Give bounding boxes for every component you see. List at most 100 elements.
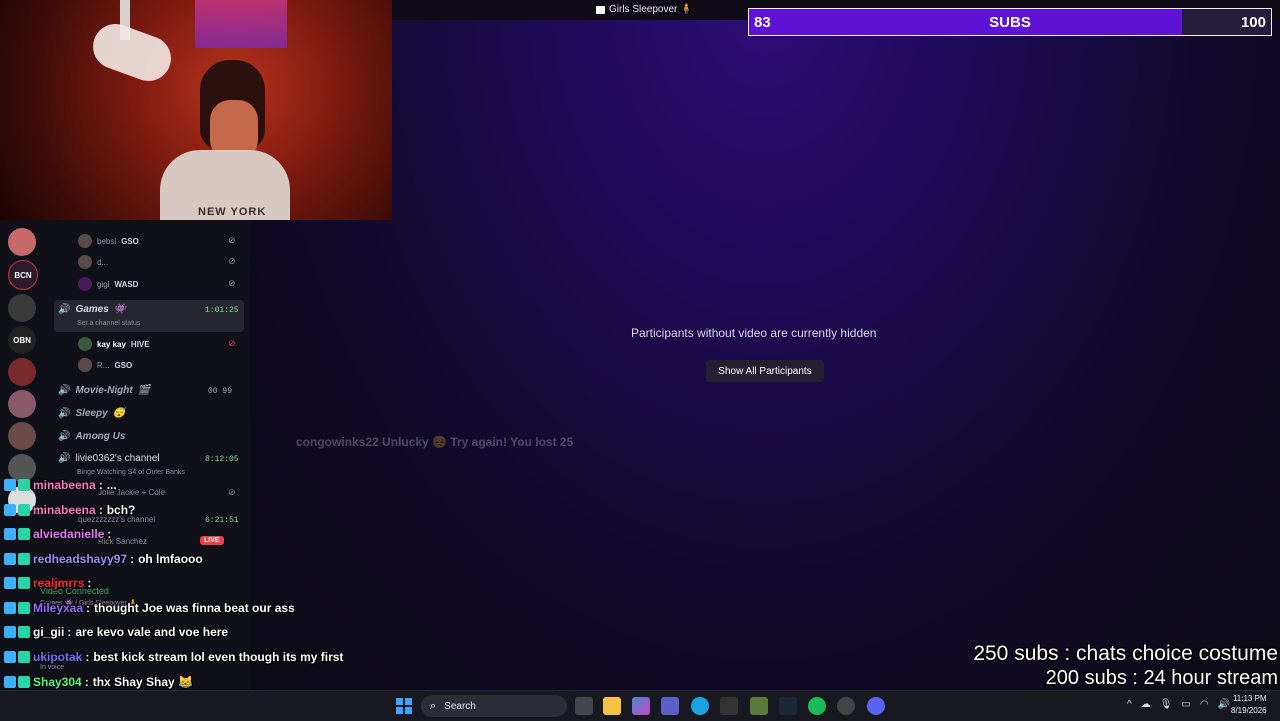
chat-badges <box>4 626 30 638</box>
badge-icon <box>4 528 16 540</box>
hidden-participants-notice: Participants without video are currently… <box>631 326 877 340</box>
chat-message: Shay304: thx Shay Shay 😹 <box>0 675 193 689</box>
chat-username[interactable]: minabeena <box>33 503 96 517</box>
file-explorer-icon[interactable] <box>603 697 621 715</box>
chevron-up-icon[interactable]: ^ <box>1127 699 1132 710</box>
spotify-icon[interactable] <box>808 697 826 715</box>
chat-username[interactable]: redheadshayy97 <box>33 552 127 566</box>
voice-member[interactable]: d... <box>78 255 108 269</box>
copilot-icon[interactable] <box>632 697 650 715</box>
voice-member[interactable]: R... GSO <box>78 358 132 372</box>
goal-costume: 250 subs : chats choice costume <box>973 642 1278 665</box>
avatar <box>78 234 92 248</box>
avatar <box>78 337 92 351</box>
cloud-icon[interactable]: ☁ <box>1141 699 1151 710</box>
voice-member[interactable]: gigi WASD <box>78 277 138 291</box>
sub-goal-bar: 83 SUBS 100 <box>748 8 1272 36</box>
chat-badges <box>4 504 30 516</box>
chat-separator: : <box>98 503 103 517</box>
chat-message: realjmrrs: <box>0 576 95 590</box>
clock-date: 8/19/2026 <box>1231 706 1267 715</box>
display-icon[interactable]: ▭ <box>1181 699 1190 710</box>
channel-sleepy[interactable]: 🔊 Sleepy 😴 <box>58 408 125 419</box>
channel-livie[interactable]: 🔊 livie0362's channel <box>58 453 160 464</box>
badge-icon <box>4 479 16 491</box>
badge-icon <box>4 602 16 614</box>
taskbar-search[interactable]: ⌕ Search <box>421 695 567 717</box>
chat-separator: : <box>98 478 103 492</box>
server-icon[interactable] <box>8 422 36 450</box>
avatar <box>78 277 92 291</box>
badge-icon <box>18 651 30 663</box>
chat-username[interactable]: realjmrrs <box>33 576 84 590</box>
chat-badges <box>4 553 30 565</box>
chat-text: thought Joe was finna beat our ass <box>94 601 295 615</box>
server-icon[interactable]: BCN <box>8 260 38 290</box>
badge-icon <box>4 504 16 516</box>
chat-username[interactable]: alviedanielle <box>33 527 104 541</box>
server-icon[interactable] <box>8 358 36 386</box>
store-icon[interactable] <box>720 697 738 715</box>
chat-username[interactable]: Shay304 <box>33 675 82 689</box>
chat-separator: : <box>87 576 92 590</box>
app-icon[interactable] <box>750 697 768 715</box>
streamer-shirt: NEW YORK <box>160 150 290 220</box>
server-icon[interactable] <box>8 228 36 256</box>
live-badge: LIVE <box>200 536 224 545</box>
badge-icon <box>18 553 30 565</box>
window-title: Girls Sleepover 🧍 <box>596 4 693 15</box>
chat-text: are kevo vale and voe here <box>75 625 229 639</box>
channel-games[interactable]: 🔊 Games 👾 <box>58 304 126 315</box>
deafen-icon: ⊘ <box>228 256 236 266</box>
server-icon[interactable] <box>8 390 36 418</box>
channel-among-us[interactable]: 🔊 Among Us <box>58 431 125 442</box>
badge-icon <box>4 626 16 638</box>
speaker-icon: 🔊 <box>58 431 71 442</box>
in-voice-label: In voice <box>40 664 65 671</box>
channel-status: Set a channel status <box>77 320 141 327</box>
badge-icon <box>18 528 30 540</box>
windows-start-icon[interactable] <box>396 698 412 714</box>
chat-badges <box>4 479 30 491</box>
chat-message: redheadshayy97: oh lmfaooo <box>0 552 203 566</box>
chat-message: minabeena:... <box>0 478 117 492</box>
badge-icon <box>4 577 16 589</box>
speaker-icon: 🔊 <box>58 304 71 315</box>
edge-icon[interactable] <box>691 697 709 715</box>
chat-username[interactable]: Mileyxaa <box>33 601 83 615</box>
deafen-icon: ⊘ <box>228 235 236 245</box>
window-icon <box>596 5 605 14</box>
server-icon[interactable]: OBN <box>8 326 36 354</box>
task-view-icon[interactable] <box>575 697 593 715</box>
microphone-icon[interactable]: 🎙 <box>1160 699 1173 710</box>
sub-goal-target: 100 <box>1240 14 1266 31</box>
channel-timer: 6:21:51 <box>205 516 239 525</box>
chat-text: thx Shay Shay 😹 <box>92 675 194 689</box>
chat-separator: : <box>130 552 135 566</box>
badge-icon <box>4 651 16 663</box>
chat-username[interactable]: ukipotak <box>33 650 82 664</box>
server-icon[interactable] <box>8 294 36 322</box>
discord-icon[interactable] <box>867 697 885 715</box>
chat-text: ... <box>106 478 117 492</box>
volume-icon[interactable]: 🔊 <box>1218 699 1230 710</box>
webcam-feed: NEW YORK <box>0 0 392 220</box>
clock[interactable]: 11:13 PM 8/19/2026 <box>1231 693 1267 717</box>
voice-member[interactable]: bebsi GSO <box>78 234 139 248</box>
wifi-icon[interactable]: ◠ <box>1200 699 1209 710</box>
avatar <box>78 255 92 269</box>
muted-icon: ⊘ <box>228 338 236 348</box>
channel-movie-night[interactable]: 🔊 Movie-Night 🎬 <box>58 385 150 396</box>
chat-separator: : <box>107 527 112 541</box>
obs-icon[interactable] <box>837 697 855 715</box>
chat-username[interactable]: gi_gii <box>33 625 64 639</box>
chat-message: minabeena: bch? <box>0 503 135 517</box>
teams-icon[interactable] <box>661 697 679 715</box>
steam-icon[interactable] <box>779 697 797 715</box>
speaker-icon: 🔊 <box>58 453 71 464</box>
chat-badges <box>4 577 30 589</box>
chat-username[interactable]: minabeena <box>33 478 96 492</box>
voice-member[interactable]: kay kay HIVE <box>78 337 150 351</box>
chat-badges <box>4 528 30 540</box>
show-all-participants-button[interactable]: Show All Participants <box>706 360 824 382</box>
